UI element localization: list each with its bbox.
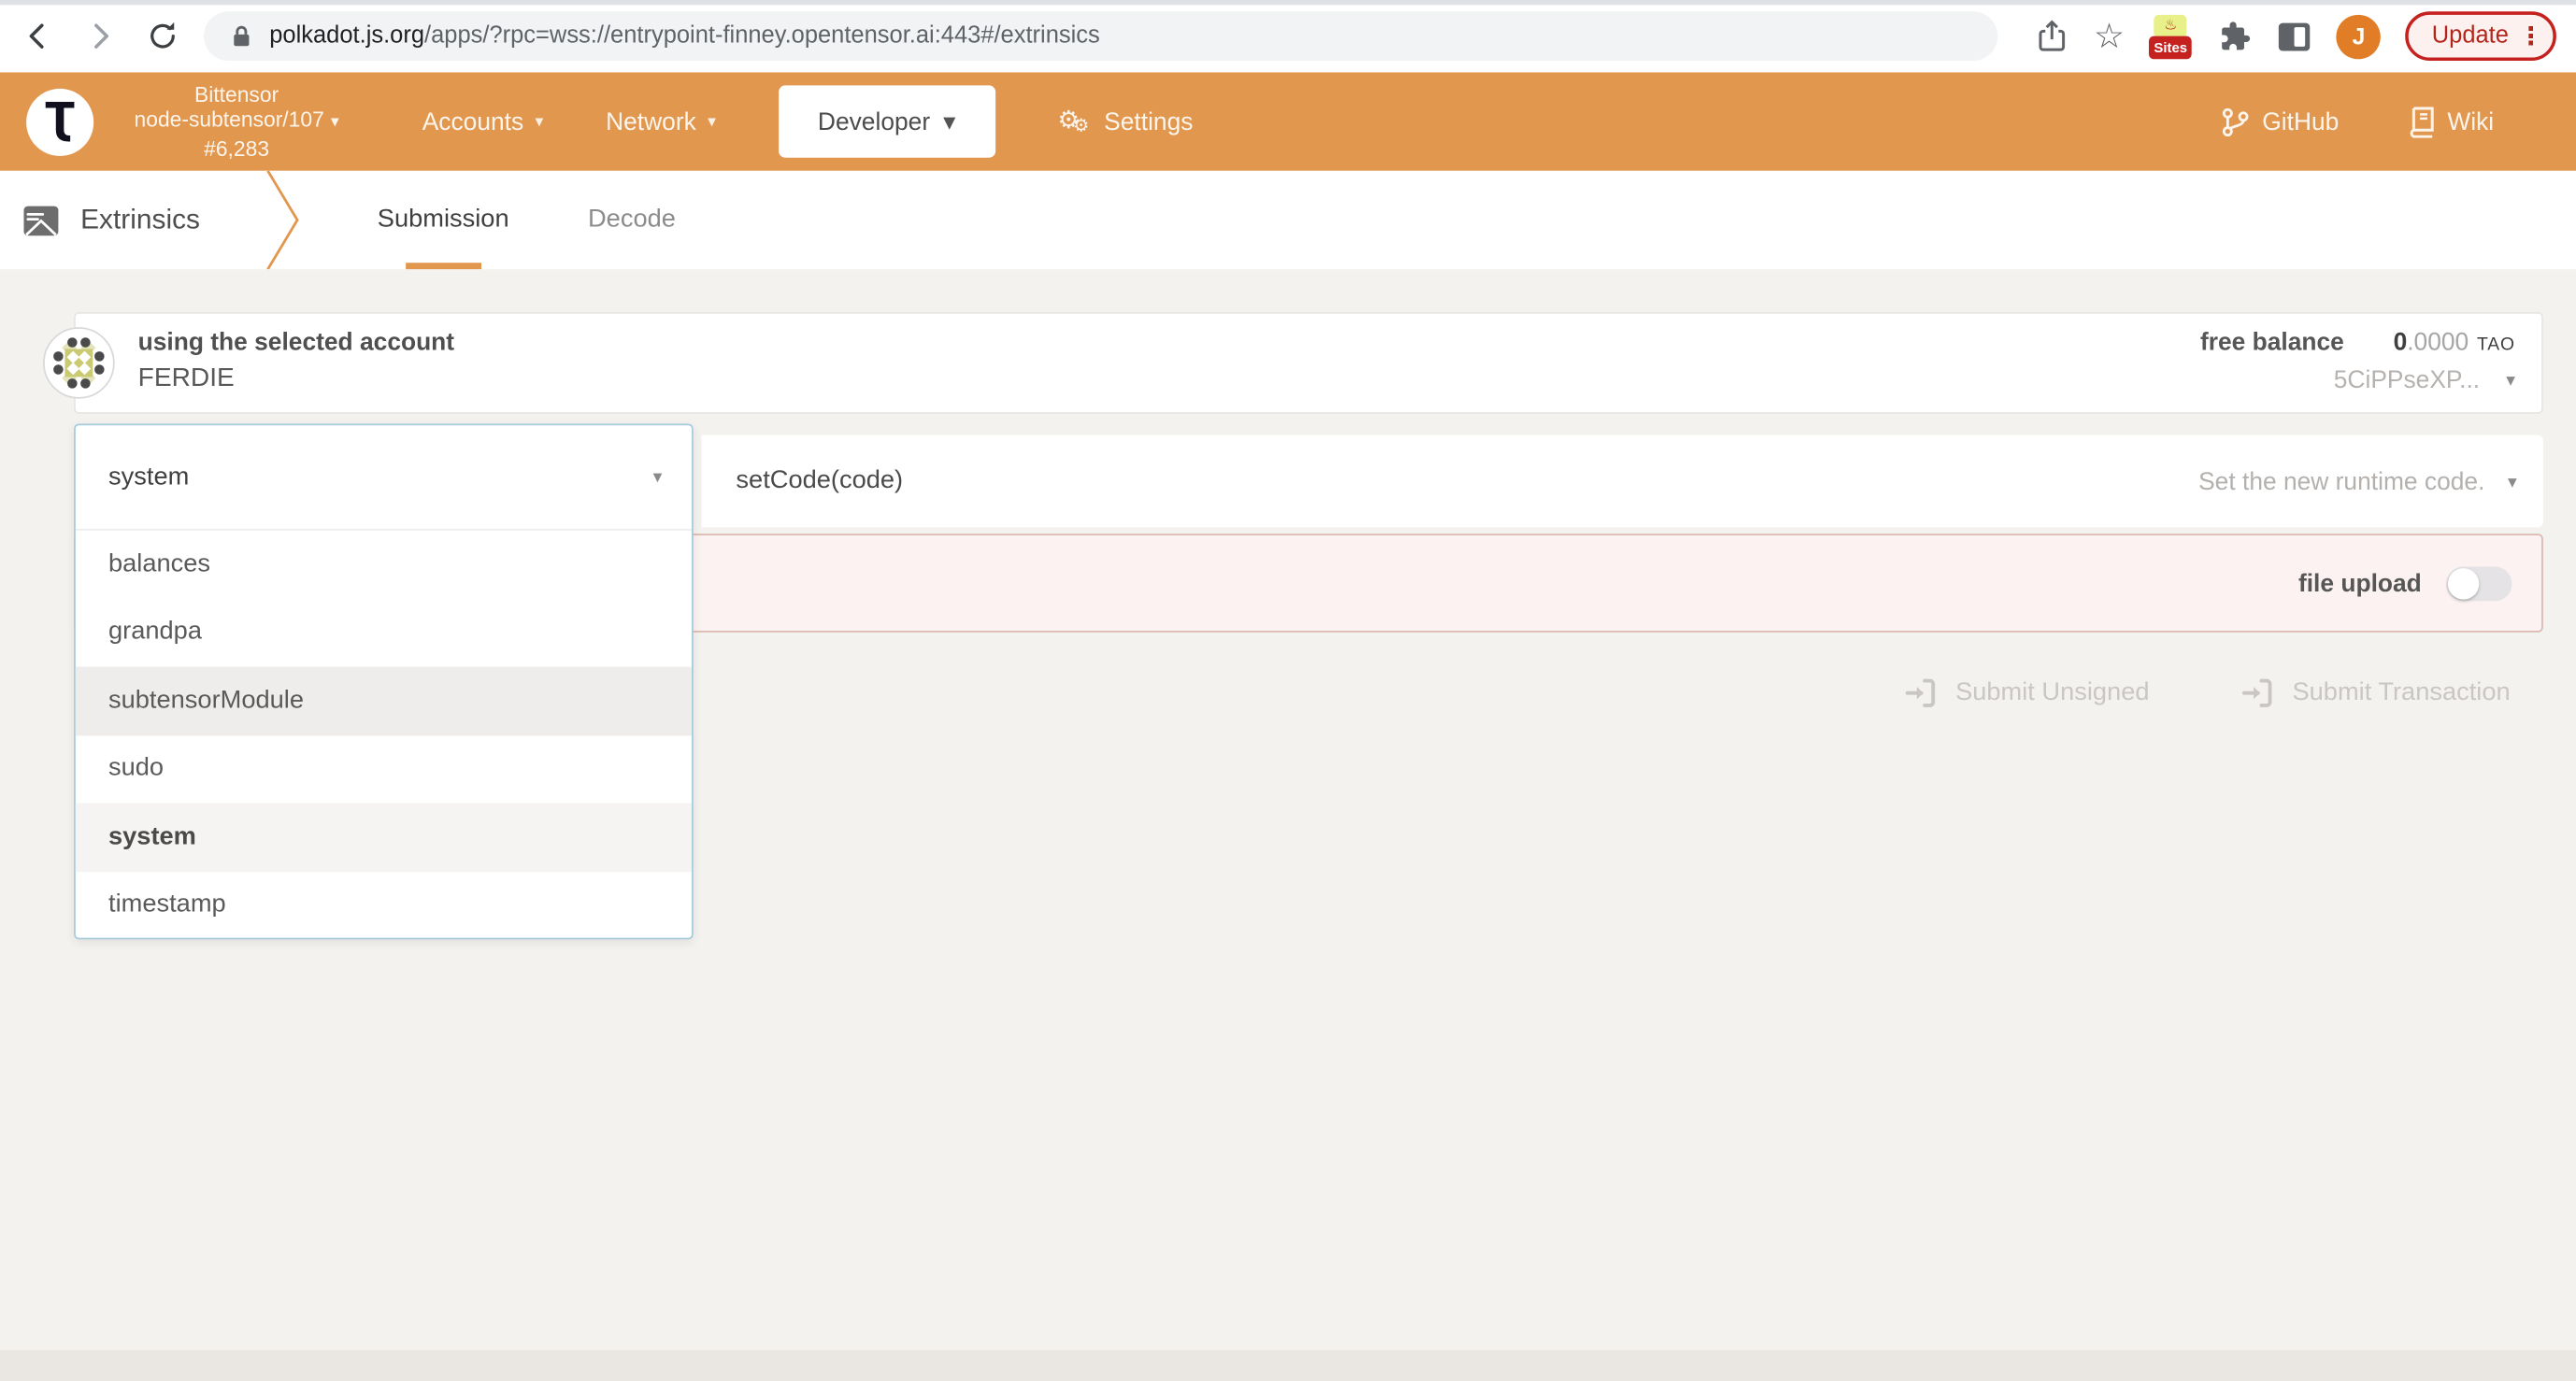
browser-actions: ☆ ♨ Sites J Update ⋮ [2036, 11, 2576, 62]
chain-info[interactable]: Bittensor node-subtensor/107 ▾ #6,283 [107, 81, 366, 161]
nav-developer-active[interactable]: Developer ▾ [778, 85, 995, 158]
wiki-link[interactable]: Wiki [2408, 106, 2494, 137]
account-balance-block: free balance 0.0000 TAO 5CiPPseXP... ▾ [2200, 329, 2515, 394]
extrinsics-page: using the selected account FERDIE free b… [0, 269, 2576, 1381]
option-system[interactable]: system [75, 803, 692, 872]
pallet-select[interactable]: system ▾ [75, 425, 692, 531]
pallet-dropdown-open: system ▾ balances grandpa subtensorModul… [74, 423, 694, 940]
gear-icon: ⚙⚙ [1057, 105, 1090, 136]
option-balances[interactable]: balances [76, 531, 692, 599]
chevron-down-icon: ▾ [330, 113, 339, 133]
chain-name: Bittensor [194, 81, 279, 107]
method-select[interactable]: setCode(code) Set the new runtime code. … [701, 434, 2543, 528]
url-host: polkadot.js.org [269, 22, 425, 50]
file-upload-toggle[interactable] [2446, 565, 2512, 601]
chevron-down-icon: ▾ [2507, 472, 2517, 492]
method-hint-text: Set the new runtime code. [2198, 467, 2485, 495]
section-title: Extrinsics [80, 203, 200, 235]
back-icon[interactable] [17, 15, 60, 58]
toggle-knob [2447, 567, 2480, 599]
reload-icon[interactable] [141, 15, 184, 58]
pallet-options-list: balances grandpa subtensorModule sudo sy… [75, 531, 692, 940]
forward-icon[interactable] [79, 15, 122, 58]
tab-strip [0, 0, 2576, 6]
git-branch-icon [2222, 107, 2249, 136]
option-sudo[interactable]: sudo [76, 735, 692, 804]
tab-submission[interactable]: Submission [378, 171, 509, 269]
share-icon[interactable] [2036, 18, 2068, 54]
extensions-puzzle-icon[interactable] [2216, 18, 2253, 54]
free-balance-row: free balance 0.0000 TAO [2200, 329, 2515, 357]
screen: polkadot.js.org/apps/?rpc=wss://entrypoi… [0, 0, 2576, 1381]
submit-unsigned-button[interactable]: Submit Unsigned [1905, 678, 2150, 708]
lock-icon [234, 25, 250, 47]
footer-strip [0, 1349, 2576, 1381]
header-links: GitHub Wiki [2221, 106, 2494, 137]
file-upload-row: file upload [2298, 535, 2512, 631]
tab-decode[interactable]: Decode [588, 171, 676, 269]
chevron-down-icon: ▾ [2506, 371, 2515, 392]
update-button[interactable]: Update ⋮ [2405, 11, 2556, 62]
method-hint-row: Set the new runtime code. ▾ [2198, 467, 2517, 495]
account-address: 5CiPPseXP... [2333, 365, 2481, 394]
balance-int: 0 [2393, 328, 2408, 357]
option-timestamp[interactable]: timestamp [76, 871, 692, 939]
account-info: using the selected account FERDIE [138, 329, 454, 394]
chevron-down-icon: ▾ [652, 467, 663, 489]
url-bar[interactable]: polkadot.js.org/apps/?rpc=wss://entrypoi… [203, 11, 1998, 62]
nav-settings[interactable]: ⚙⚙ Settings [1057, 107, 1193, 135]
submit-transaction-button[interactable]: Submit Transaction [2241, 678, 2511, 708]
pallet-selected-value: system [108, 462, 190, 491]
chrome-menu-icon[interactable]: ⋮ [2518, 21, 2542, 51]
sign-in-icon [2242, 678, 2273, 707]
free-balance-label: free balance [2199, 328, 2344, 357]
file-upload-label: file upload [2297, 569, 2422, 597]
main-nav: Accounts ▾ Network ▾ Developer ▾ ⚙⚙ Sett… [422, 85, 1193, 158]
chevron-down-icon: ▾ [535, 112, 544, 131]
account-address-row[interactable]: 5CiPPseXP... ▾ [2200, 366, 2515, 394]
sites-extension-label: Sites [2149, 35, 2193, 59]
account-selector-card: using the selected account FERDIE free b… [43, 311, 2543, 414]
url-path: /apps/?rpc=wss://entrypoint-finney.opent… [424, 22, 1100, 50]
sites-extension-icon[interactable]: ♨ Sites [2149, 13, 2193, 59]
sites-extension-hand: ♨ [2164, 15, 2178, 33]
browser-toolbar: polkadot.js.org/apps/?rpc=wss://entrypoi… [0, 0, 2576, 73]
profile-avatar[interactable]: J [2336, 13, 2382, 59]
submit-actions: Submit Unsigned Submit Transaction [1905, 678, 2511, 708]
nav-accounts[interactable]: Accounts ▾ [422, 107, 544, 135]
balance-frac: .0000 [2407, 328, 2469, 357]
extrinsics-envelope-icon [23, 205, 59, 235]
option-grandpa[interactable]: grandpa [76, 599, 692, 667]
chevron-down-icon: ▾ [708, 112, 716, 131]
bookmark-star-icon[interactable]: ☆ [2094, 18, 2125, 53]
account-name: FERDIE [137, 364, 235, 393]
account-identicon[interactable] [43, 327, 115, 399]
chain-node: node-subtensor/107 ▾ [134, 107, 339, 133]
section-tabbar: Extrinsics Submission Decode [0, 170, 2576, 270]
app-header: Ʈ Bittensor node-subtensor/107 ▾ #6,283 A… [0, 72, 2576, 171]
breadcrumb-chevron-icon [265, 170, 299, 270]
browser-nav-buttons [0, 15, 184, 58]
side-panel-icon[interactable] [2278, 21, 2312, 51]
nav-network[interactable]: Network ▾ [606, 107, 716, 135]
method-value: setCode(code) [736, 466, 904, 495]
book-icon [2409, 106, 2434, 137]
option-subtensorModule[interactable]: subtensorModule [75, 666, 692, 735]
section-tabs: Submission Decode [378, 171, 676, 269]
url-text: polkadot.js.org/apps/?rpc=wss://entrypoi… [269, 23, 1100, 50]
section-breadcrumb: Extrinsics [23, 171, 200, 269]
github-link[interactable]: GitHub [2221, 106, 2339, 136]
balance-unit: TAO [2477, 335, 2515, 355]
sign-in-icon [1906, 678, 1936, 707]
account-label: using the selected account [137, 328, 455, 357]
update-label: Update [2431, 22, 2509, 50]
chevron-down-icon: ▾ [943, 108, 956, 136]
bittensor-logo[interactable]: Ʈ [26, 88, 94, 156]
chain-block-number: #6,283 [204, 135, 270, 161]
